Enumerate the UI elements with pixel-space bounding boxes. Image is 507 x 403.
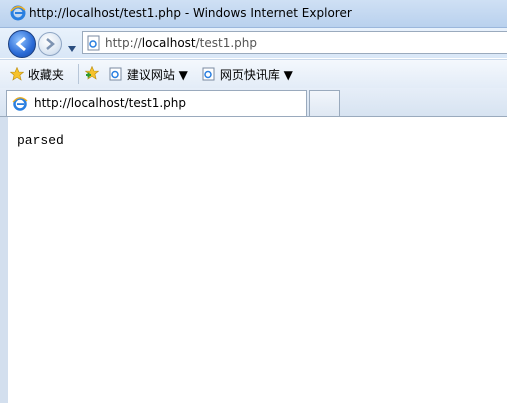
forward-button[interactable] [38, 32, 62, 56]
add-favorite-icon [84, 65, 100, 80]
tab-strip: http://localhost/test1.php [0, 88, 507, 117]
page-content: parsed [0, 117, 507, 403]
suggested-sites-label: 建议网站 ▼ [126, 68, 188, 82]
ie-page-icon [202, 67, 215, 81]
page-icon [12, 96, 28, 116]
page-icon [87, 35, 101, 55]
favorites-label: 收藏夹 [27, 68, 64, 82]
favorites-button[interactable]: 收藏夹 [9, 66, 64, 83]
favorites-bar: 收藏夹 建议网站 ▼ 网页快讯库 ▼ [0, 59, 507, 89]
address-bar[interactable]: http://localhost/test1.php [82, 31, 507, 54]
history-dropdown-icon[interactable] [67, 38, 77, 57]
url-host: localhost [141, 36, 196, 50]
favorites-separator [78, 64, 79, 84]
url-path: /test1.php [195, 36, 258, 50]
forward-arrow-icon [46, 38, 55, 50]
window-title: http://localhost/test1.php - Windows Int… [29, 6, 352, 20]
ie-logo-icon [10, 5, 26, 25]
web-slice-gallery-button[interactable]: 网页快讯库 ▼ [202, 66, 293, 83]
address-url[interactable]: http://localhost/test1.php [105, 36, 257, 50]
page-body-text: parsed [17, 133, 64, 148]
back-button[interactable] [8, 30, 36, 58]
web-slice-gallery-label: 网页快讯库 ▼ [219, 68, 293, 82]
title-bar: http://localhost/test1.php - Windows Int… [0, 0, 507, 28]
tab-label: http://localhost/test1.php [34, 96, 187, 110]
navigation-row: http://localhost/test1.php [0, 28, 507, 58]
new-tab-button[interactable] [309, 90, 340, 116]
url-prefix: http:// [105, 36, 142, 50]
back-arrow-icon [15, 36, 26, 52]
tab-active[interactable]: http://localhost/test1.php [6, 90, 307, 116]
suggested-sites-button[interactable]: 建议网站 ▼ [109, 66, 188, 83]
star-icon [9, 66, 25, 81]
ie-page-icon [109, 67, 122, 81]
add-favorite-button[interactable] [84, 65, 101, 83]
